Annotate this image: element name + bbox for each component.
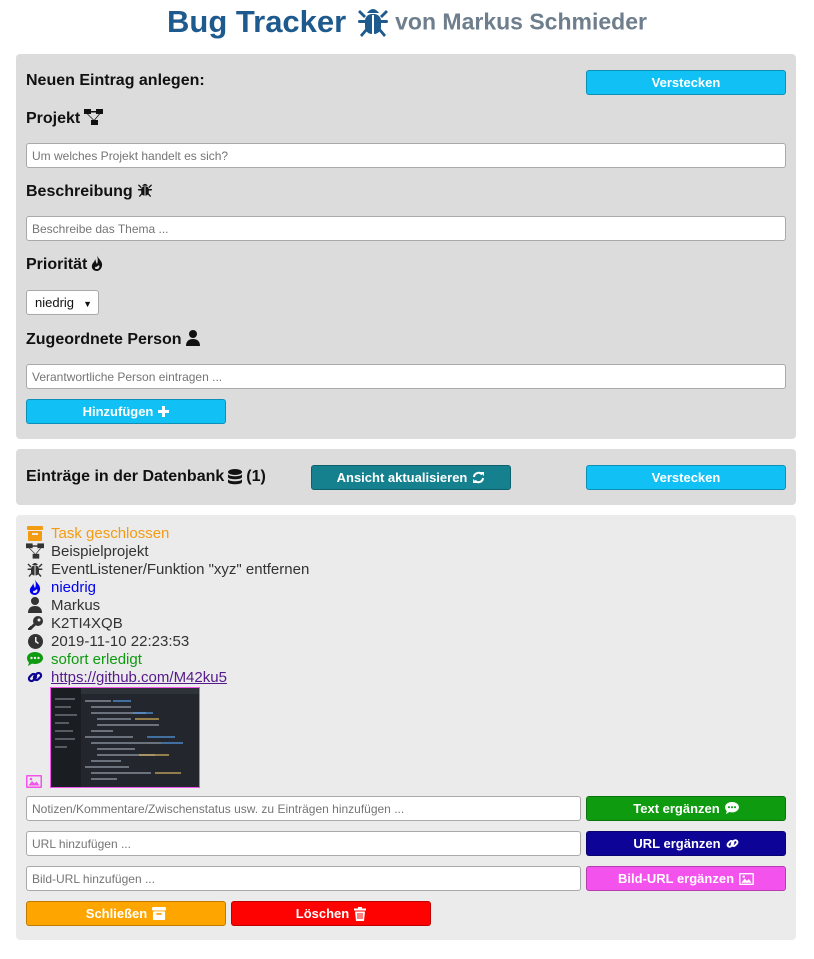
entry-url-row: https://github.com/M42ku5: [26, 668, 227, 686]
entry-person: Markus: [51, 596, 101, 614]
archive-icon: [26, 525, 44, 541]
image-url-input[interactable]: [26, 866, 581, 891]
chevron-down-icon: ▼: [83, 299, 92, 309]
sitemap-icon: [26, 543, 44, 559]
entry-url-link[interactable]: https://github.com/M42ku5: [51, 669, 227, 686]
priority-label-text: Priorität: [26, 256, 88, 273]
hide-new-entry-label: Verstecken: [651, 75, 721, 90]
description-label-text: Beschreibung: [26, 183, 133, 200]
archive-icon: [152, 907, 167, 920]
person-label-text: Zugeordnete Person: [26, 331, 182, 348]
entry-timestamp-row: 2019-11-10 22:23:53: [26, 632, 189, 650]
add-button[interactable]: Hinzufügen: [26, 399, 226, 424]
entry-person-row: Markus: [26, 596, 100, 614]
link-icon: [726, 839, 738, 848]
add-text-button[interactable]: Text ergänzen: [586, 796, 786, 821]
add-image-url-button[interactable]: Bild-URL ergänzen: [586, 866, 786, 891]
add-text-button-label: Text ergänzen: [633, 801, 720, 816]
entry-key: K2TI4XQB: [51, 614, 123, 632]
refresh-button-label: Ansicht aktualisieren: [336, 470, 468, 485]
link-icon: [26, 669, 44, 685]
hide-database-label: Verstecken: [651, 470, 721, 485]
fire-icon: [26, 579, 44, 595]
bug-icon: [357, 5, 389, 39]
add-button-label: Hinzufügen: [82, 404, 154, 419]
bug-icon: [26, 561, 44, 577]
add-image-url-button-label: Bild-URL ergänzen: [617, 871, 735, 886]
entry-status: Task geschlossen: [51, 524, 170, 542]
priority-label: Priorität: [26, 255, 103, 274]
add-url-button[interactable]: URL ergänzen: [586, 831, 786, 856]
image-icon: [26, 773, 44, 789]
fire-icon: [92, 255, 103, 271]
hide-new-entry-button[interactable]: Verstecken: [586, 70, 786, 95]
trash-icon: [354, 906, 367, 921]
database-heading: Einträge in der Datenbank (1): [26, 468, 266, 486]
sync-icon: [473, 471, 485, 484]
plus-icon: [158, 406, 170, 417]
entry-description: EventListener/Funktion "xyz" entfernen: [51, 560, 310, 578]
image-icon: [739, 872, 754, 885]
page-title: Bug Tracker: [167, 4, 347, 39]
url-input[interactable]: [26, 831, 581, 856]
delete-entry-button[interactable]: Löschen: [231, 901, 431, 926]
comment-icon: [26, 651, 44, 667]
user-icon: [26, 597, 44, 613]
project-label-text: Projekt: [26, 110, 81, 127]
key-icon: [26, 615, 44, 631]
clock-icon: [26, 633, 44, 649]
sitemap-icon: [84, 109, 104, 125]
project-label: Projekt: [26, 109, 104, 128]
comment-icon: [724, 802, 739, 815]
entry-timestamp: 2019-11-10 22:23:53: [51, 632, 190, 650]
entry-description-row: EventListener/Funktion "xyz" entfernen: [26, 560, 309, 578]
new-entry-heading: Neuen Eintrag anlegen:: [26, 72, 205, 89]
database-heading-text: Einträge in der Datenbank: [26, 468, 225, 485]
hide-database-button[interactable]: Verstecken: [586, 465, 786, 490]
entry-project: Beispielprojekt: [51, 542, 149, 560]
person-input[interactable]: [26, 364, 786, 389]
person-label: Zugeordnete Person: [26, 330, 200, 349]
entry-project-row: Beispielprojekt: [26, 542, 149, 560]
entry-comment: sofort erledigt: [51, 650, 142, 668]
database-icon: [228, 469, 243, 485]
entry-comment-row: sofort erledigt: [26, 650, 142, 668]
priority-select-value: niedrig: [35, 295, 75, 310]
project-input[interactable]: [26, 143, 786, 168]
user-icon: [185, 330, 200, 346]
close-entry-button[interactable]: Schließen: [26, 901, 226, 926]
page-subtitle: von Markus Schmieder: [395, 8, 647, 35]
note-input[interactable]: [26, 796, 581, 821]
entry-priority: niedrig: [51, 578, 97, 596]
page-header: Bug Tracker von Markus Schmieder: [0, 4, 814, 46]
description-label: Beschreibung: [26, 182, 153, 201]
close-entry-button-label: Schließen: [85, 906, 148, 921]
database-count: (1): [246, 468, 266, 485]
description-input[interactable]: [26, 216, 786, 241]
add-url-button-label: URL ergänzen: [633, 836, 721, 851]
entry-priority-row: niedrig: [26, 578, 96, 596]
entry-screenshot-image[interactable]: [50, 687, 200, 788]
bug-icon: [137, 183, 152, 198]
priority-select[interactable]: niedrig ▼: [26, 290, 99, 315]
refresh-button[interactable]: Ansicht aktualisieren: [311, 465, 511, 490]
entry-key-row: K2TI4XQB: [26, 614, 123, 632]
entry-status-row: Task geschlossen: [26, 524, 169, 542]
delete-entry-button-label: Löschen: [295, 906, 350, 921]
